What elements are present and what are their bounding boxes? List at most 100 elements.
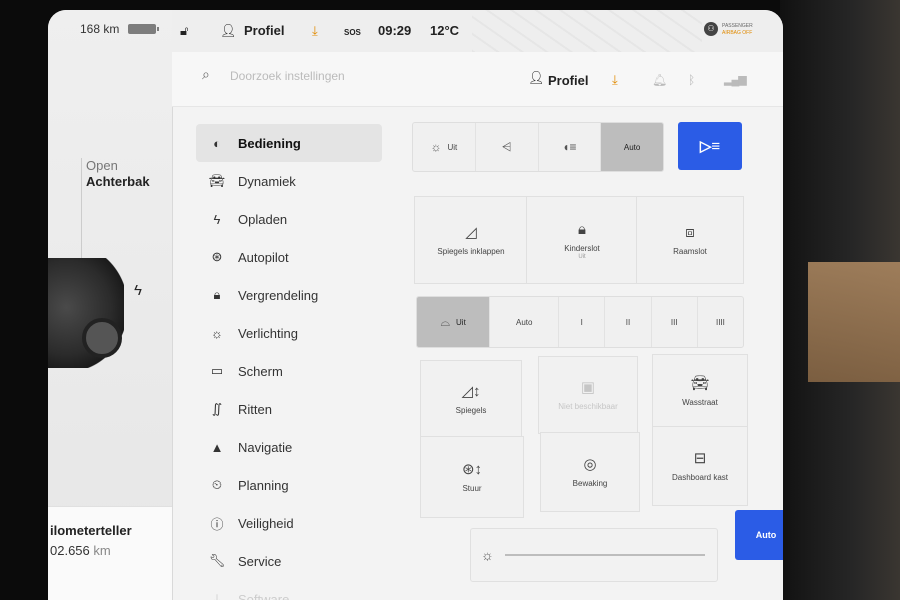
header-profile-name[interactable]: Profiel bbox=[548, 73, 588, 88]
brightness-auto-button[interactable]: Auto bbox=[735, 510, 783, 560]
wiper-speed-2-label: II bbox=[625, 317, 631, 327]
passenger-airbag-indicator: ⚇ PASSENGER AIRBAG OFF bbox=[704, 18, 772, 44]
mirrors-adjust-label: Spiegels bbox=[455, 406, 487, 415]
menu-item-vergrendeling[interactable]: 🔒︎ Vergrendeling bbox=[196, 276, 382, 314]
brightness-track[interactable] bbox=[505, 554, 705, 556]
glovebox-tile[interactable]: ⊟ Dashboard kast bbox=[652, 426, 748, 506]
brightness-auto-label: Auto bbox=[755, 530, 777, 540]
menu-item-veiligheid[interactable]: ⓘ Veiligheid bbox=[196, 504, 382, 542]
battery-icon bbox=[128, 24, 159, 34]
wiper-speed-4-label: IIII bbox=[715, 317, 725, 327]
settings-header: ⌕ 👤︎ Profiel ⤓ 🔔︎ ᛒ ▂▄▆ bbox=[172, 52, 783, 107]
download-icon[interactable]: ⤓ bbox=[312, 23, 318, 39]
search-icon: ⌕ bbox=[202, 66, 210, 82]
menu-item-scherm[interactable]: ▭ Scherm bbox=[196, 352, 382, 390]
menu-item-label: Dynamiek bbox=[238, 173, 296, 189]
menu-item-service[interactable]: 🔧︎ Service bbox=[196, 542, 382, 580]
menu-item-navigatie[interactable]: ▲ Navigatie bbox=[196, 428, 382, 466]
child-lock-tile[interactable]: 🔒︎ Kinderslot Uit bbox=[526, 196, 638, 284]
menu-item-opladen[interactable]: ϟ Opladen bbox=[196, 200, 382, 238]
car-icon: 🚘︎ bbox=[208, 173, 226, 188]
toggle-icon: ◐ bbox=[213, 135, 221, 151]
menu-item-label: Navigatie bbox=[238, 439, 293, 455]
steering-wheel-icon: ⊛ bbox=[211, 249, 223, 264]
mirrors-adjust-tile[interactable]: ◿↕ Spiegels bbox=[420, 360, 522, 438]
sun-icon: ☼ bbox=[211, 325, 223, 341]
menu-item-planning[interactable]: ⏲ Planning bbox=[196, 466, 382, 504]
signal-icon: ▂▄▆ bbox=[724, 74, 747, 86]
outside-temperature: 12°C bbox=[430, 23, 460, 38]
menu-item-bediening[interactable]: ◐ Bediening bbox=[196, 124, 382, 162]
high-beam-button[interactable]: ▷≡ bbox=[678, 122, 742, 170]
profile-name[interactable]: Profiel bbox=[244, 23, 284, 38]
odometer-card: ilometerteller 02.656 km bbox=[48, 506, 172, 600]
odometer-label: ilometerteller bbox=[50, 523, 132, 538]
menu-item-dynamiek[interactable]: 🚘︎ Dynamiek bbox=[196, 162, 382, 200]
bolt-icon: ϟ bbox=[213, 211, 221, 227]
parking-lights-option[interactable]: ⩤ bbox=[476, 123, 539, 171]
low-beam-option[interactable]: ◖≡ bbox=[539, 123, 602, 171]
menu-item-verlichting[interactable]: ☼ Verlichting bbox=[196, 314, 382, 352]
download-icon: ⤓ bbox=[214, 591, 220, 600]
wiper-speed-2-option[interactable]: II bbox=[605, 297, 652, 347]
child-lock-icon: 🔒︎ bbox=[578, 220, 586, 238]
odometer-unit: km bbox=[93, 543, 111, 558]
headlights-auto-label: Auto bbox=[623, 142, 641, 152]
wiper-auto-option[interactable]: Auto bbox=[490, 297, 560, 347]
car-panel: 168 km Open Achterbak ϟ ilometerteller 0… bbox=[48, 10, 173, 600]
wiper-off-label: Uit bbox=[456, 317, 466, 327]
settings-search-input[interactable] bbox=[228, 66, 492, 86]
menu-item-autopilot[interactable]: ⊛ Autopilot bbox=[196, 238, 382, 276]
menu-item-ritten[interactable]: ∬ Ritten bbox=[196, 390, 382, 428]
menu-item-label: Ritten bbox=[238, 401, 272, 417]
glovebox-icon: ▣ bbox=[580, 379, 596, 396]
navigation-icon: ▲ bbox=[210, 439, 224, 455]
trunk-button[interactable]: Open Achterbak bbox=[86, 158, 150, 190]
menu-item-label: Veiligheid bbox=[238, 515, 294, 531]
profile-icon[interactable]: 👤︎ bbox=[528, 70, 545, 86]
wiper-speed-1-label: I bbox=[580, 317, 583, 327]
headlights-selector: ☼ Uit ⩤ ◖≡ Auto bbox=[412, 122, 664, 172]
brightness-slider[interactable]: ☼ bbox=[470, 528, 718, 582]
clock-time: 09:29 bbox=[378, 23, 412, 38]
wiper-selector: ⌓ Uit Auto I II III IIII bbox=[416, 296, 744, 348]
bell-icon[interactable]: 🔔︎ bbox=[652, 73, 667, 87]
menu-item-label: Vergrendeling bbox=[238, 287, 319, 303]
bluetooth-icon[interactable]: ᛒ bbox=[688, 73, 695, 87]
child-lock-label: Kinderslot bbox=[564, 243, 600, 253]
sentry-mode-tile[interactable]: ◎ Bewaking bbox=[540, 432, 640, 512]
high-beam-icon: ▷≡ bbox=[699, 138, 721, 155]
trunk-callout-line bbox=[81, 158, 82, 258]
menu-item-label: Service bbox=[238, 553, 282, 569]
menu-item-software[interactable]: ⤓ Software bbox=[196, 580, 382, 600]
sentry-mode-label: Bewaking bbox=[572, 479, 608, 488]
fold-mirrors-tile[interactable]: ◿ Spiegels inklappen bbox=[414, 196, 528, 284]
wiper-speed-4-option[interactable]: IIII bbox=[698, 297, 743, 347]
download-icon[interactable]: ⤓ bbox=[612, 72, 618, 88]
unavailable-label: Niet beschikbaar bbox=[558, 402, 618, 411]
charge-port-icon[interactable]: ϟ bbox=[134, 282, 142, 299]
controls-panel: ☼ Uit ⩤ ◖≡ Auto ▷≡ ◿ Spiegels inklappen 🔒… bbox=[412, 120, 783, 600]
steering-adjust-tile[interactable]: ⊛↕ Stuur bbox=[420, 436, 524, 518]
low-beam-icon: ◖≡ bbox=[562, 140, 577, 154]
car-wash-tile[interactable]: 🚘︎ Wasstraat bbox=[652, 354, 748, 428]
map-peek bbox=[472, 10, 702, 52]
unavailable-tile: ▣ Niet beschikbaar bbox=[538, 356, 638, 434]
headlights-auto-option[interactable]: Auto bbox=[601, 123, 663, 171]
wiper-speed-1-option[interactable]: I bbox=[559, 297, 606, 347]
trunk-state: Open bbox=[86, 158, 118, 173]
mirror-adjust-icon: ◿↕ bbox=[461, 383, 481, 400]
steering-adjust-icon: ⊛↕ bbox=[461, 461, 483, 478]
window-lock-tile[interactable]: ⧈ Raamslot bbox=[636, 196, 744, 284]
unlock-icon[interactable]: 🔓︎ bbox=[180, 23, 188, 39]
sos-icon[interactable]: SOS bbox=[344, 28, 361, 37]
headlights-off-option[interactable]: ☼ Uit bbox=[413, 123, 476, 171]
glovebox-label: Dashboard kast bbox=[671, 473, 729, 482]
profile-icon[interactable]: 👤︎ bbox=[220, 23, 237, 39]
window-lock-label: Raamslot bbox=[673, 246, 707, 256]
wiper-icon: ⌓ bbox=[440, 314, 451, 329]
airbag-line2: AIRBAG OFF bbox=[722, 30, 753, 36]
wiper-speed-3-option[interactable]: III bbox=[652, 297, 698, 347]
display-icon: ▭ bbox=[210, 363, 224, 378]
wiper-off-option[interactable]: ⌓ Uit bbox=[417, 297, 491, 347]
